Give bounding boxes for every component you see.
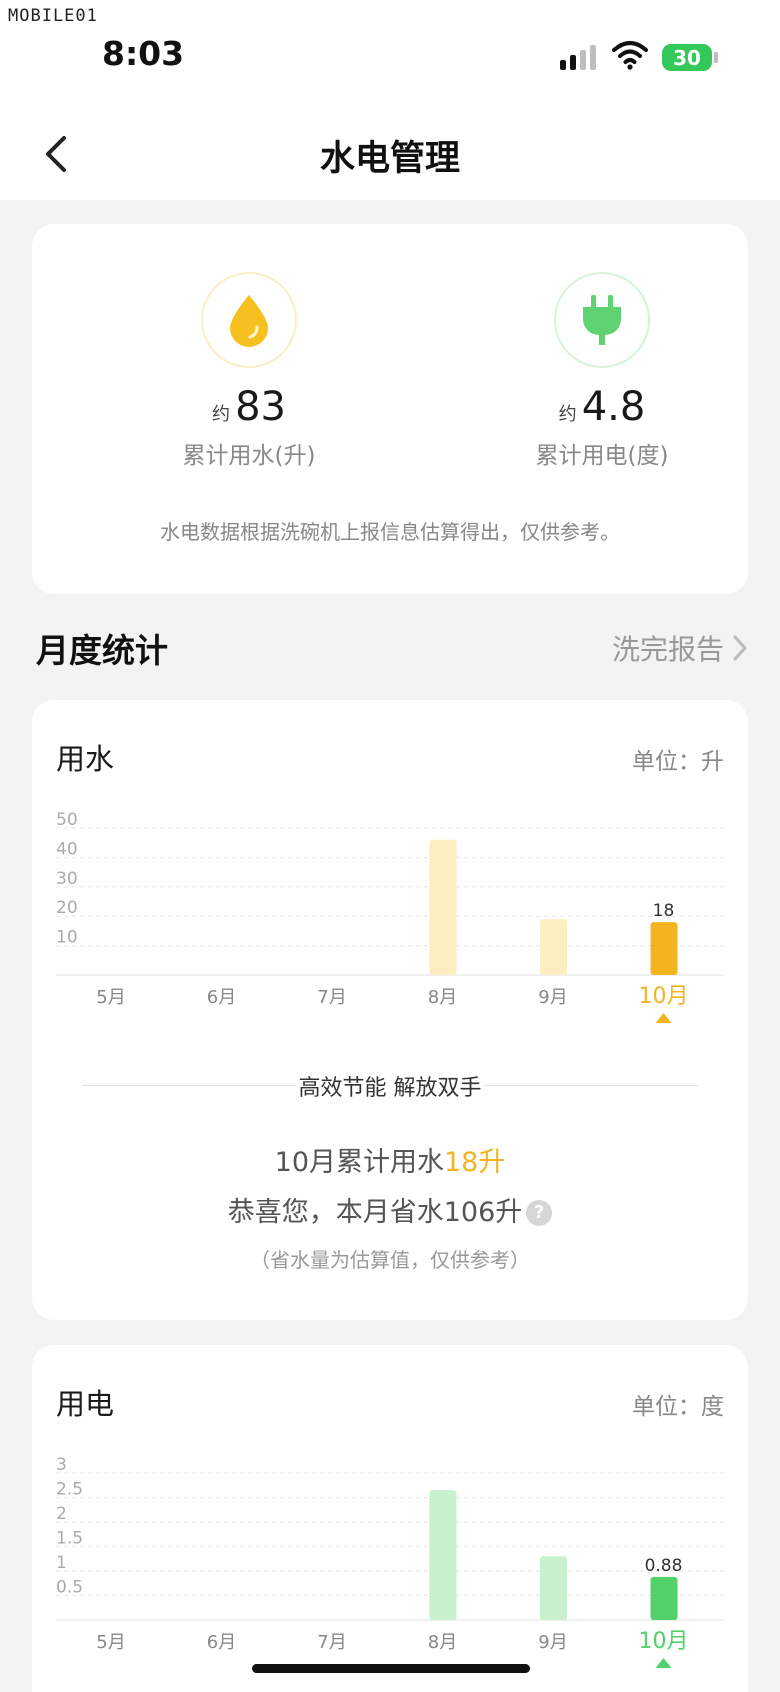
battery-tip: [714, 52, 718, 63]
summary-card: 约 83 累计用水(升) 约 4.8 累计用电(度) 水电数据根据洗碗机上报信息…: [32, 224, 748, 594]
water-y-tick: 50: [56, 810, 78, 830]
water-saved-message: 恭喜您，本月省水106升?: [32, 1190, 748, 1229]
battery-icon: 30: [662, 44, 712, 71]
water-bar: [429, 839, 457, 975]
water-bar: [540, 919, 567, 975]
power-bar: [429, 1490, 457, 1620]
power-total-value: 4.8: [581, 384, 646, 430]
water-saved-text: 恭喜您，本月省水106升: [227, 1197, 523, 1228]
water-x-label: 7月: [317, 987, 346, 1008]
water-drop-icon: [230, 295, 268, 347]
water-total-label: 累计用水(升): [182, 443, 316, 469]
month-water-total: 10月累计用水18升: [32, 1140, 748, 1179]
power-bar: [650, 1576, 678, 1620]
power-data-label: 0.88: [645, 1556, 683, 1576]
water-bar: [650, 922, 678, 975]
power-approx-label: 约: [558, 404, 577, 425]
water-chart-unit: 单位：升: [632, 749, 724, 775]
power-y-tick: 3: [56, 1455, 67, 1475]
power-icon-ring: [554, 272, 650, 368]
power-x-label: 5月: [96, 1632, 125, 1653]
cellular-signal-icon: [560, 44, 596, 70]
wifi-icon: [612, 41, 648, 70]
summary-disclaimer: 水电数据根据洗碗机上报信息估算得出，仅供参考。: [160, 520, 620, 544]
water-bar-chart: 10 20 30 40 50 5月 6月 7月 8月 9月 18 10月: [56, 810, 724, 1023]
plug-icon: [583, 295, 621, 345]
power-y-tick: 1.5: [56, 1529, 83, 1549]
power-chart-unit: 单位：度: [632, 1394, 724, 1420]
slogan-text: 高效节能 解放双手: [298, 1076, 482, 1101]
power-chart-card: 用电 单位：度 0.5 1 1.5 2 2.5 3 5月 6月 7月 8月 9月 0.88 10月: [32, 1345, 748, 1692]
power-x-label: 6月: [207, 1632, 236, 1653]
water-y-tick: 20: [56, 898, 78, 918]
power-y-tick: 0.5: [56, 1578, 83, 1598]
water-x-label: 8月: [428, 987, 457, 1008]
home-indicator[interactable]: [252, 1664, 530, 1673]
power-y-tick: 2.5: [56, 1480, 83, 1500]
water-y-tick: 30: [56, 869, 78, 889]
water-x-label: 9月: [538, 987, 567, 1008]
status-time: 8:03: [102, 34, 185, 73]
water-total-value: 83: [235, 384, 286, 430]
water-y-tick: 40: [56, 839, 78, 859]
water-saved-note: （省水量为估算值，仅供参考）: [250, 1248, 530, 1272]
power-selected-marker: [655, 1658, 672, 1668]
water-chart-card: 用水 单位：升 10 20 30 40 50 5月 6月 7月 8月 9月 18 10月 高效节能 解…: [32, 700, 748, 1320]
water-icon-ring: [201, 272, 297, 368]
wash-report-link[interactable]: 洗完报告: [612, 628, 748, 668]
water-chart-title: 用水: [56, 742, 115, 776]
water-approx-label: 约: [212, 404, 230, 425]
power-x-label: 8月: [428, 1632, 457, 1653]
chevron-right-icon: [733, 635, 747, 661]
power-stat: 约 4.8 累计用电(度): [452, 224, 752, 470]
power-chart-title: 用电: [56, 1387, 115, 1421]
power-y-tick: 1: [56, 1553, 67, 1573]
month-water-total-value: 18升: [444, 1147, 506, 1178]
water-stat: 约 83 累计用水(升): [99, 224, 399, 470]
power-x-label: 7月: [317, 1632, 346, 1653]
status-bar: MOBILE01 8:03 30 水电管理: [0, 0, 780, 200]
water-selected-marker: [655, 1013, 672, 1023]
water-x-label: 6月: [207, 987, 236, 1008]
water-x-label: 10月: [639, 984, 689, 1009]
power-bar-chart: 0.5 1 1.5 2 2.5 3 5月 6月 7月 8月 9月 0.88 10月: [56, 1455, 724, 1668]
page-title: 水电管理: [319, 139, 460, 179]
slogan-divider: 高效节能 解放双手: [32, 1070, 748, 1101]
battery-level: 30: [673, 45, 701, 70]
power-total-label: 累计用电(度): [535, 443, 669, 469]
power-bar: [540, 1556, 567, 1620]
power-x-label: 10月: [639, 1629, 689, 1654]
monthly-stats-title: 月度统计: [36, 631, 168, 670]
month-water-total-prefix: 10月累计用水: [274, 1147, 444, 1178]
water-data-label: 18: [653, 901, 675, 921]
power-y-tick: 2: [56, 1504, 67, 1524]
watermark: MOBILE01: [8, 6, 98, 26]
help-icon[interactable]: ?: [526, 1200, 553, 1226]
wash-report-label: 洗完报告: [611, 633, 724, 666]
water-x-label: 5月: [96, 987, 125, 1008]
water-y-tick: 10: [56, 928, 78, 948]
power-x-label: 9月: [538, 1632, 567, 1653]
